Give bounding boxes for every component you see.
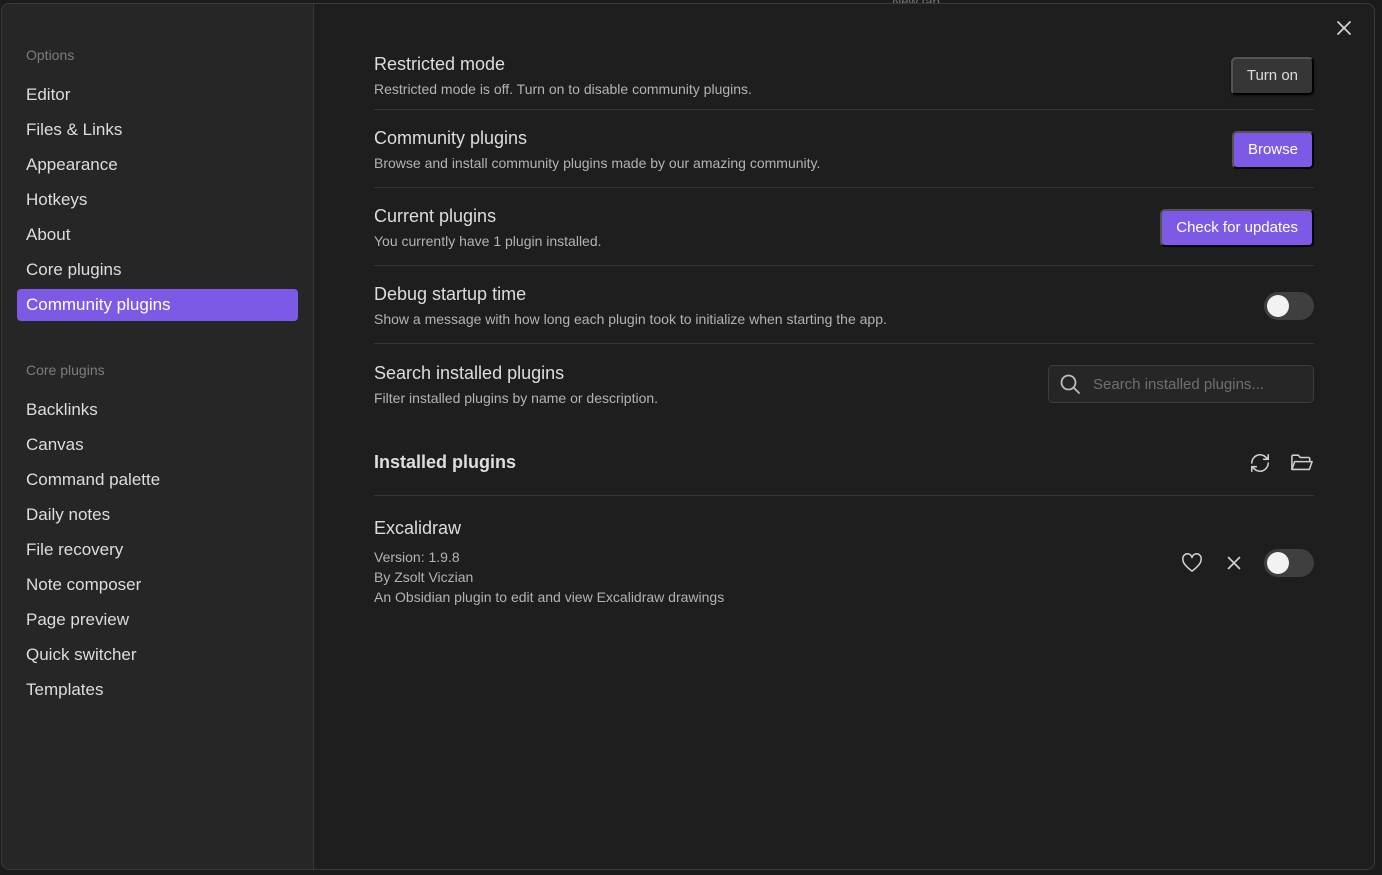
sidebar-item-page-preview[interactable]: Page preview	[17, 604, 298, 636]
settings-content: Restricted mode Restricted mode is off. …	[314, 4, 1374, 869]
setting-name: Community plugins	[374, 128, 528, 148]
setting-info: Debug startup time Show a message with h…	[374, 284, 887, 327]
plugin-name: Excalidraw	[374, 518, 462, 538]
setting-info: Restricted mode Restricted mode is off. …	[374, 54, 752, 97]
search-box	[1048, 365, 1314, 403]
setting-info: Current plugins You currently have 1 plu…	[374, 206, 602, 249]
setting-name: Search installed plugins	[374, 362, 565, 383]
setting-name: Restricted mode	[374, 54, 506, 74]
debug-startup-toggle[interactable]	[1264, 291, 1314, 320]
setting-name: Debug startup time	[374, 284, 527, 304]
search-icon	[1060, 374, 1080, 394]
setting-description: Show a message with how long each plugin…	[374, 311, 887, 327]
plugin-description: An Obsidian plugin to edit and view Exca…	[374, 589, 725, 605]
setting-description: Filter installed plugins by name or desc…	[374, 389, 659, 406]
plugin-item-excalidraw: Excalidraw Version: 1.9.8 By Zsolt Viczi…	[374, 496, 1314, 607]
sidebar-heading-options: Options	[26, 47, 75, 63]
plugin-enable-toggle[interactable]	[1264, 548, 1314, 577]
turn-on-restricted-button[interactable]: Turn on	[1230, 56, 1314, 95]
heart-icon	[1182, 552, 1202, 572]
setting-name: Current plugins	[374, 206, 497, 226]
setting-description: You currently have 1 plugin installed.	[374, 233, 602, 249]
plugin-info: Excalidraw Version: 1.9.8 By Zsolt Viczi…	[374, 518, 724, 607]
browse-button[interactable]: Browse	[1231, 130, 1314, 169]
search-plugins-input[interactable]	[1093, 375, 1293, 393]
toggle-knob	[1267, 294, 1289, 317]
settings-sidebar: Options Editor Files & Links Appearance …	[2, 4, 314, 869]
close-icon	[1227, 556, 1241, 569]
setting-description: Restricted mode is off. Turn on to disab…	[374, 81, 752, 97]
sidebar-item-backlinks[interactable]: Backlinks	[17, 394, 298, 426]
plugin-author: By Zsolt Viczian	[374, 569, 474, 585]
setting-description: Browse and install community plugins mad…	[374, 155, 821, 171]
check-updates-button[interactable]: Check for updates	[1160, 208, 1314, 247]
toggle-knob	[1267, 551, 1289, 574]
sidebar-item-templates[interactable]: Templates	[17, 674, 298, 706]
sidebar-item-editor[interactable]: Editor	[17, 79, 298, 111]
installed-plugins-header: Installed plugins	[374, 434, 1314, 496]
sidebar-item-quick-switcher[interactable]: Quick switcher	[17, 639, 298, 671]
plugin-actions	[1180, 548, 1314, 577]
open-plugins-folder-button[interactable]	[1290, 451, 1314, 475]
setting-restricted-mode: Restricted mode Restricted mode is off. …	[374, 42, 1314, 110]
setting-search-plugins: Search installed plugins Filter installe…	[374, 344, 1314, 422]
setting-info: Community plugins Browse and install com…	[374, 128, 820, 171]
installed-actions	[1248, 451, 1314, 475]
sidebar-item-appearance[interactable]: Appearance	[17, 149, 298, 181]
sidebar-item-command-palette[interactable]: Command palette	[17, 464, 298, 496]
setting-current-plugins: Current plugins You currently have 1 plu…	[374, 188, 1314, 266]
sidebar-item-core-plugins[interactable]: Core plugins	[17, 254, 298, 286]
close-icon	[1337, 21, 1351, 35]
sidebar-item-hotkeys[interactable]: Hotkeys	[17, 184, 298, 216]
close-modal-button[interactable]	[1332, 16, 1356, 40]
uninstall-plugin-button[interactable]	[1222, 551, 1246, 575]
sidebar-item-about[interactable]: About	[17, 219, 298, 251]
setting-info: Search installed plugins Filter installe…	[374, 363, 658, 406]
setting-debug-startup: Debug startup time Show a message with h…	[374, 266, 1314, 344]
sidebar-heading-core-plugins: Core plugins	[26, 362, 105, 378]
sidebar-item-file-recovery[interactable]: File recovery	[17, 534, 298, 566]
setting-community-plugins: Community plugins Browse and install com…	[374, 110, 1314, 188]
donate-button[interactable]	[1180, 551, 1204, 575]
sidebar-item-note-composer[interactable]: Note composer	[17, 569, 298, 601]
sidebar-item-files-links[interactable]: Files & Links	[17, 114, 298, 146]
sidebar-item-canvas[interactable]: Canvas	[17, 429, 298, 461]
sidebar-item-daily-notes[interactable]: Daily notes	[17, 499, 298, 531]
plugin-version: Version: 1.9.8	[374, 549, 460, 565]
installed-plugins-title: Installed plugins	[374, 452, 517, 472]
folder-open-icon	[1291, 453, 1313, 470]
sidebar-item-community-plugins[interactable]: Community plugins	[17, 289, 298, 321]
reload-icon	[1250, 453, 1270, 472]
reload-plugins-button[interactable]	[1248, 451, 1272, 475]
settings-modal: Options Editor Files & Links Appearance …	[1, 3, 1375, 870]
